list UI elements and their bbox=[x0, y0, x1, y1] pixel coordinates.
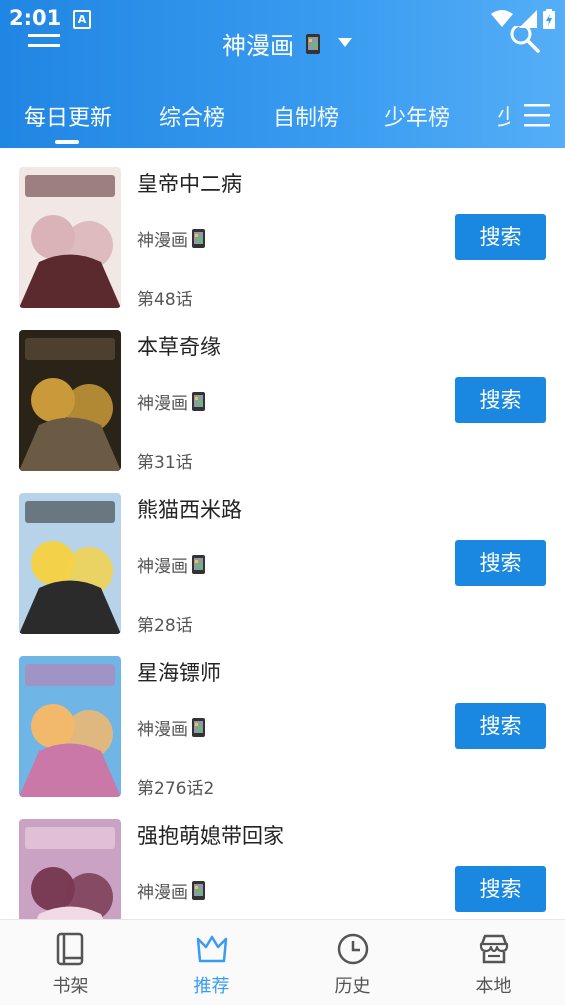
comic-list: 皇帝中二病 神漫画 第48话 搜索 本草奇缘 神漫画 第31话 搜索 熊猫西米路 神漫画 第28话搜… bbox=[0, 148, 565, 919]
comic-source: 神漫画 bbox=[137, 389, 205, 414]
comic-source: 神漫画 bbox=[137, 715, 205, 740]
comic-cover-image[interactable] bbox=[19, 819, 121, 919]
search-button[interactable]: 搜索 bbox=[455, 866, 546, 912]
search-button[interactable]: 搜索 bbox=[455, 377, 546, 423]
nav-history[interactable]: 历史 bbox=[282, 920, 423, 1005]
bookshelf-icon bbox=[56, 932, 84, 966]
comic-latest-chapter: 第28话 bbox=[137, 616, 193, 636]
comic-latest-chapter: 第276话2 bbox=[137, 779, 215, 799]
menu-icon[interactable] bbox=[28, 34, 60, 48]
nav-label-recommend: 推荐 bbox=[193, 976, 230, 997]
comic-list-item[interactable]: 本草奇缘神漫画第31话 搜索 bbox=[0, 311, 565, 474]
phone-icon bbox=[192, 881, 205, 900]
source-selector-title[interactable]: 神漫画 bbox=[222, 26, 294, 61]
comic-source-label: 神漫画 bbox=[137, 557, 188, 577]
search-button[interactable]: 搜索 bbox=[455, 703, 546, 749]
comic-cover-image[interactable] bbox=[19, 167, 121, 308]
phone-icon bbox=[192, 392, 205, 411]
comic-cover-image[interactable] bbox=[19, 656, 121, 797]
app-header: 2:01 A 神漫画 每日更新 综合榜 自制榜 少年榜 少 bbox=[0, 0, 565, 148]
chevron-down-icon[interactable] bbox=[338, 38, 352, 47]
history-clock-icon bbox=[337, 933, 369, 965]
bottom-nav: 书架 推荐 历史 本地 bbox=[0, 919, 565, 1005]
tab-active-indicator bbox=[55, 140, 79, 144]
comic-latest-chapter: 第31话 bbox=[137, 453, 193, 473]
comic-list-item[interactable]: 皇帝中二病神漫画第48话 搜索 bbox=[0, 148, 565, 311]
comic-title: 熊猫西米路 bbox=[137, 498, 242, 522]
comic-list-item[interactable]: 星海镖师神漫画第276话2 搜索 bbox=[0, 637, 565, 800]
comic-title: 强抱萌媳带回家 bbox=[137, 824, 284, 848]
search-button[interactable]: 搜索 bbox=[455, 540, 546, 586]
comic-cover-image[interactable] bbox=[19, 330, 121, 471]
tab-partial[interactable]: 少 bbox=[497, 100, 510, 132]
title-bar: 神漫画 bbox=[0, 20, 565, 70]
recommend-crown-icon bbox=[196, 935, 228, 963]
search-icon[interactable] bbox=[510, 26, 540, 54]
tab-daily-update[interactable]: 每日更新 bbox=[24, 100, 112, 132]
comic-source: 神漫画 bbox=[137, 226, 205, 251]
comic-source-label: 神漫画 bbox=[137, 883, 188, 903]
comic-title: 本草奇缘 bbox=[137, 335, 221, 359]
nav-label-history: 历史 bbox=[334, 976, 371, 997]
comic-source-label: 神漫画 bbox=[137, 394, 188, 414]
comic-list-item[interactable]: 强抱萌媳带回家神漫画 搜索 bbox=[0, 800, 565, 919]
comic-source-label: 神漫画 bbox=[137, 231, 188, 251]
phone-icon bbox=[192, 555, 205, 574]
comic-source: 神漫画 bbox=[137, 552, 205, 577]
local-store-icon bbox=[479, 934, 509, 964]
comic-source: 神漫画 bbox=[137, 878, 205, 903]
more-tabs-menu-icon[interactable] bbox=[524, 102, 550, 128]
nav-bookshelf[interactable]: 书架 bbox=[0, 920, 141, 1005]
tab-overall-rank[interactable]: 综合榜 bbox=[159, 100, 225, 132]
tab-original-rank[interactable]: 自制榜 bbox=[273, 100, 339, 132]
comic-title: 皇帝中二病 bbox=[137, 172, 242, 196]
nav-label-bookshelf: 书架 bbox=[52, 976, 89, 997]
comic-list-item[interactable]: 熊猫西米路神漫画第28话 搜索 bbox=[0, 474, 565, 637]
category-tabs: 每日更新 综合榜 自制榜 少年榜 少 bbox=[0, 92, 565, 148]
comic-source-label: 神漫画 bbox=[137, 720, 188, 740]
nav-local[interactable]: 本地 bbox=[423, 920, 564, 1005]
nav-label-local: 本地 bbox=[475, 976, 512, 997]
search-button[interactable]: 搜索 bbox=[455, 214, 546, 260]
comic-latest-chapter: 第48话 bbox=[137, 290, 193, 310]
phone-icon bbox=[306, 34, 320, 54]
comic-cover-image[interactable] bbox=[19, 493, 121, 634]
phone-icon bbox=[192, 718, 205, 737]
phone-icon bbox=[192, 229, 205, 248]
comic-title: 星海镖师 bbox=[137, 661, 221, 685]
tab-shonen-rank[interactable]: 少年榜 bbox=[384, 100, 450, 132]
nav-recommend[interactable]: 推荐 bbox=[141, 920, 282, 1005]
